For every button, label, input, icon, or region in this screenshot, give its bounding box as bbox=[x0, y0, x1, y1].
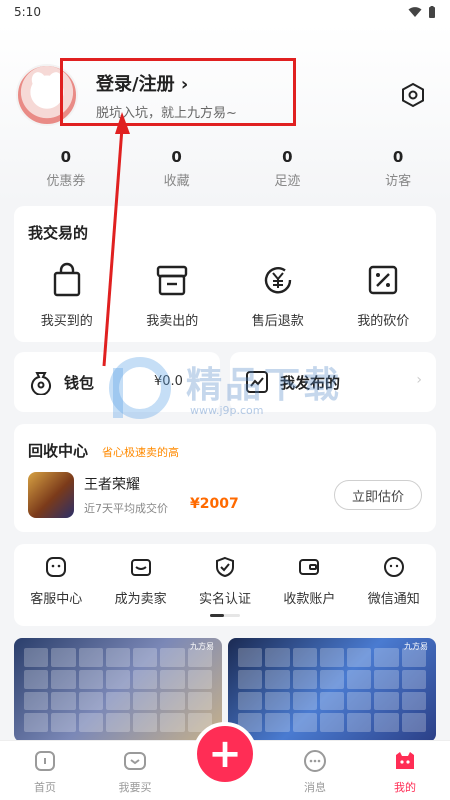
service-label: 成为卖家 bbox=[114, 592, 167, 607]
service-label: 实名认证 bbox=[198, 592, 251, 607]
trade-item-refund[interactable]: 售后退款 bbox=[225, 262, 331, 329]
status-bar: 5:10 bbox=[0, 0, 450, 24]
trade-item-bargain[interactable]: 我的砍价 bbox=[331, 262, 437, 329]
my-posts-card[interactable]: 我发布的 › bbox=[230, 352, 436, 412]
service-payout-account[interactable]: 收款账户 bbox=[267, 556, 351, 607]
settings-hex-icon[interactable] bbox=[400, 82, 426, 108]
game-thumbnail[interactable] bbox=[28, 472, 74, 518]
annotation-highlight-box bbox=[60, 58, 296, 126]
verify-icon bbox=[215, 556, 234, 578]
home-icon bbox=[35, 751, 55, 771]
stat-visitors[interactable]: 0 访客 bbox=[346, 148, 450, 189]
trend-chart-icon bbox=[246, 371, 268, 393]
avg-price-label: 近7天平均成交价 bbox=[84, 502, 168, 515]
trade-item-label: 我买到的 bbox=[40, 314, 93, 329]
discount-icon bbox=[369, 265, 398, 295]
service-become-seller[interactable]: 成为卖家 bbox=[98, 556, 182, 607]
trade-item-sold[interactable]: 我卖出的 bbox=[120, 262, 226, 329]
stats-row: 0 优惠券 0 收藏 0 足迹 0 访客 bbox=[0, 148, 450, 189]
avatar-ear-left bbox=[29, 70, 49, 92]
service-wechat-notify[interactable]: 微信通知 bbox=[352, 556, 436, 607]
tab-label: 我要买 bbox=[118, 781, 152, 794]
money-bag-icon bbox=[31, 372, 51, 395]
trade-items: 我买到的 我卖出的 售后退款 我的砍价 bbox=[14, 262, 436, 329]
seller-icon bbox=[130, 559, 151, 576]
service-label: 客服中心 bbox=[30, 592, 83, 607]
recycle-tagline: 省心极速卖的高 bbox=[102, 446, 179, 459]
wechat-icon bbox=[383, 557, 404, 577]
status-icons bbox=[408, 5, 436, 19]
avg-price-value: ¥2007 bbox=[190, 496, 239, 512]
stat-label: 收藏 bbox=[163, 174, 190, 189]
service-verify[interactable]: 实名认证 bbox=[183, 556, 267, 607]
yen-refund-icon bbox=[264, 267, 291, 294]
recycle-center-card: 回收中心 省心极速卖的高 王者荣耀 近7天平均成交价 ¥2007 立即估价 bbox=[14, 424, 436, 532]
wallet-label: 钱包 bbox=[64, 374, 95, 392]
service-customer-service[interactable]: 客服中心 bbox=[14, 556, 98, 607]
trade-item-bought[interactable]: 我买到的 bbox=[14, 262, 120, 329]
my-trades-card: 我交易的 我买到的 我卖出的 售后退款 我的砍价 bbox=[14, 206, 436, 342]
trade-item-label: 我卖出的 bbox=[146, 314, 199, 329]
status-time: 5:10 bbox=[14, 5, 41, 19]
stat-history[interactable]: 0 足迹 bbox=[236, 148, 340, 189]
service-items: 客服中心 成为卖家 实名认证 收款账户 微信通知 bbox=[14, 556, 436, 607]
tab-messages[interactable]: 消息 bbox=[270, 741, 360, 800]
banner-hero-grid bbox=[238, 648, 426, 732]
tab-label: 消息 bbox=[304, 781, 326, 794]
shopping-bag-icon bbox=[53, 262, 80, 297]
wifi-icon bbox=[408, 7, 422, 17]
promo-banner-honor-of-kings[interactable]: 九方易 bbox=[228, 638, 436, 742]
gamepad-icon bbox=[124, 752, 146, 770]
estimate-button[interactable]: 立即估价 bbox=[334, 480, 422, 510]
wallet-amount: ¥0.0 bbox=[154, 374, 183, 389]
page-indicator bbox=[210, 614, 240, 617]
tab-home[interactable]: 首页 bbox=[0, 741, 90, 800]
game-name: 王者荣耀 bbox=[84, 477, 140, 493]
publish-button[interactable]: + bbox=[193, 722, 257, 786]
stat-label: 优惠券 bbox=[46, 174, 86, 189]
recycle-title: 回收中心 bbox=[28, 442, 89, 460]
wallet-card-icon bbox=[299, 559, 320, 575]
chevron-right-icon: › bbox=[416, 372, 422, 388]
stat-coupons[interactable]: 0 优惠券 bbox=[14, 148, 118, 189]
stat-value: 0 bbox=[392, 148, 404, 166]
wallet-card[interactable]: 钱包 ¥0.0 bbox=[14, 352, 220, 412]
stat-favorites[interactable]: 0 收藏 bbox=[125, 148, 229, 189]
profile-icon bbox=[396, 752, 414, 769]
trade-item-label: 售后退款 bbox=[251, 314, 304, 329]
service-label: 微信通知 bbox=[367, 592, 420, 607]
customer-service-icon bbox=[46, 557, 67, 577]
stat-value: 0 bbox=[171, 148, 182, 166]
card-title: 我交易的 bbox=[28, 224, 89, 242]
battery-icon bbox=[429, 5, 435, 18]
tab-mine[interactable]: 我的 bbox=[360, 741, 450, 800]
promo-banner-genshin[interactable]: 九方易 bbox=[14, 638, 222, 742]
my-posts-label: 我发布的 bbox=[280, 374, 341, 392]
page-indicator-active bbox=[210, 614, 224, 617]
stat-value: 0 bbox=[282, 148, 293, 166]
tab-buy[interactable]: 我要买 bbox=[90, 741, 180, 800]
stat-value: 0 bbox=[60, 148, 72, 166]
trade-item-label: 我的砍价 bbox=[357, 314, 410, 329]
box-icon bbox=[157, 265, 188, 296]
stat-label: 足迹 bbox=[274, 174, 301, 189]
tab-label: 首页 bbox=[34, 781, 56, 794]
message-icon bbox=[304, 750, 326, 772]
tab-label: 我的 bbox=[394, 781, 416, 794]
services-card: 客服中心 成为卖家 实名认证 收款账户 微信通知 bbox=[14, 544, 436, 626]
banner-character-grid bbox=[24, 648, 212, 732]
service-label: 收款账户 bbox=[283, 592, 336, 607]
stat-label: 访客 bbox=[385, 174, 412, 189]
